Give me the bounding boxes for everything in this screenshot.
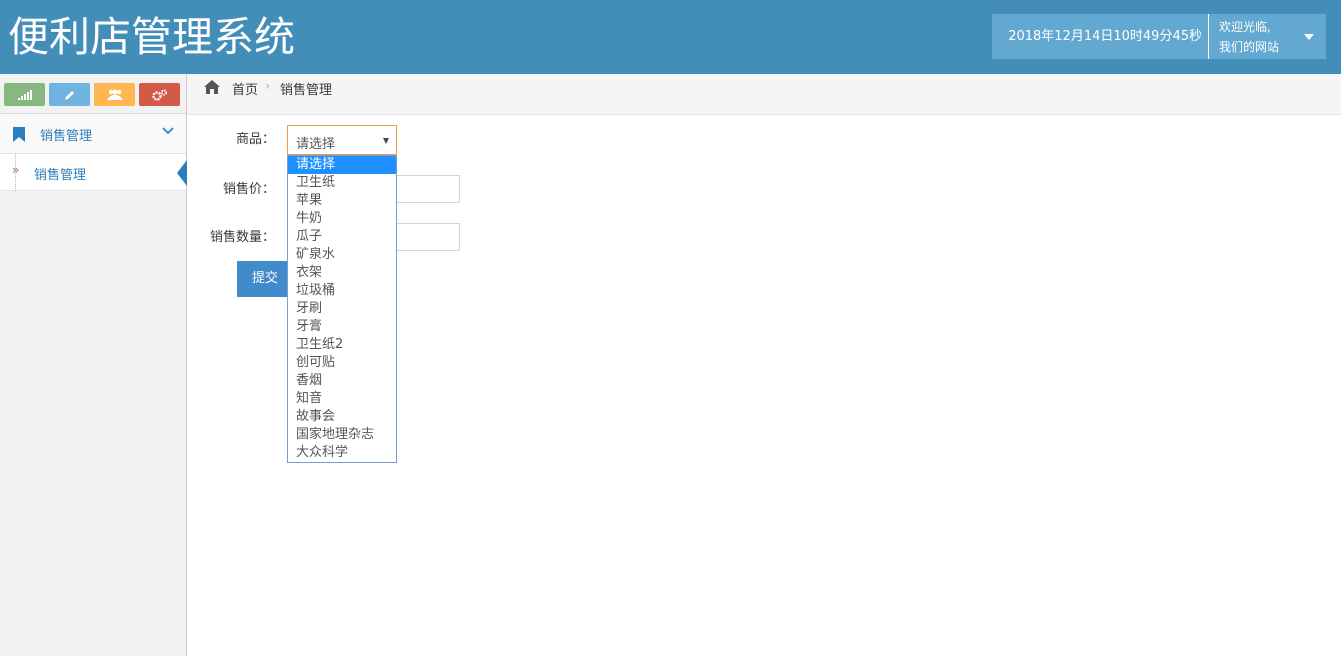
breadcrumb-current: 销售管理 — [280, 83, 333, 98]
shortcut-signal-button[interactable] — [4, 83, 45, 106]
dropdown-option[interactable]: 国家地理杂志 — [288, 426, 396, 444]
dropdown-option[interactable]: 知音 — [288, 390, 396, 408]
sidebar-item-sales-management[interactable]: 销售管理 — [0, 114, 186, 154]
product-select-value: 请选择 — [296, 137, 336, 152]
dropdown-option[interactable]: 垃圾桶 — [288, 282, 396, 300]
dropdown-option[interactable]: 矿泉水 — [288, 246, 396, 264]
dropdown-option[interactable]: 瓜子 — [288, 228, 396, 246]
quantity-label: 销售数量： — [209, 230, 275, 245]
product-dropdown-list: 请选择 卫生纸 苹果 牛奶 瓜子 矿泉水 衣架 垃圾桶 牙刷 牙膏 卫生纸2 创… — [287, 155, 397, 463]
dropdown-option[interactable]: 卫生纸 — [288, 174, 396, 192]
bookmark-icon — [13, 127, 25, 142]
dropdown-option[interactable]: 牛奶 — [288, 210, 396, 228]
dropdown-option[interactable]: 故事会 — [288, 408, 396, 426]
signal-icon — [17, 89, 32, 100]
breadcrumb-separator-icon: › — [265, 79, 271, 94]
home-icon[interactable] — [204, 80, 220, 94]
caret-down-icon — [1304, 34, 1314, 40]
user-menu[interactable]: 欢迎光临, 我们的网站 — [1208, 14, 1326, 59]
cogs-icon — [151, 88, 167, 101]
breadcrumb: 首页 › 销售管理 — [187, 74, 1341, 115]
sidebar-shortcuts — [0, 74, 186, 114]
product-select[interactable]: 请选择 — [287, 125, 397, 155]
price-label: 销售价： — [222, 182, 275, 197]
shortcut-cogs-button[interactable] — [139, 83, 180, 106]
dropdown-option[interactable]: 大众科学 — [288, 444, 396, 462]
welcome-line-2: 我们的网站 — [1219, 40, 1280, 54]
shortcut-pencil-button[interactable] — [49, 83, 90, 106]
select-arrow-icon — [383, 138, 389, 144]
dropdown-option[interactable]: 请选择 — [288, 156, 396, 174]
dropdown-option[interactable]: 苹果 — [288, 192, 396, 210]
dropdown-option[interactable]: 牙膏 — [288, 318, 396, 336]
breadcrumb-home-link[interactable]: 首页 — [232, 79, 258, 98]
users-icon — [106, 89, 123, 100]
dropdown-option[interactable]: 牙刷 — [288, 300, 396, 318]
dropdown-option[interactable]: 创可贴 — [288, 354, 396, 372]
sidebar: 销售管理 » 销售管理 — [0, 74, 187, 656]
brand-title[interactable]: 便利店管理系统 — [8, 10, 295, 64]
chevron-down-icon — [162, 127, 174, 135]
shortcut-users-button[interactable] — [94, 83, 135, 106]
dropdown-option[interactable]: 衣架 — [288, 264, 396, 282]
sidebar-subitem-sales-management[interactable]: » 销售管理 — [0, 154, 187, 191]
navbar-right: 2018年12月14日10时49分45秒 欢迎光临, 我们的网站 — [992, 14, 1326, 59]
sidebar-subitem-label: 销售管理 — [34, 168, 87, 183]
datetime-display: 2018年12月14日10时49分45秒 — [992, 14, 1208, 59]
sidebar-item-label: 销售管理 — [40, 129, 93, 144]
double-angle-right-icon: » — [12, 163, 20, 177]
top-navbar: 便利店管理系统 2018年12月14日10时49分45秒 欢迎光临, 我们的网站 — [0, 0, 1341, 74]
product-label: 商品： — [235, 132, 275, 147]
pencil-icon — [64, 90, 74, 100]
dropdown-option[interactable]: 香烟 — [288, 372, 396, 390]
dropdown-option[interactable]: 卫生纸2 — [288, 336, 396, 354]
